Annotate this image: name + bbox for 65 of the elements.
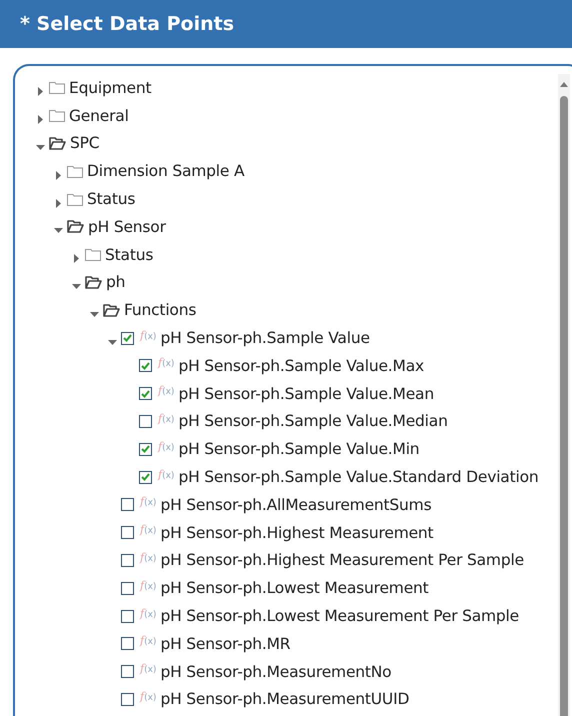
- checkbox[interactable]: [121, 582, 134, 595]
- function-label[interactable]: pH Sensor-ph.AllMeasurementSums: [160, 496, 432, 514]
- function-icon: f(x): [140, 328, 156, 342]
- caret-icon[interactable]: [72, 284, 80, 289]
- folder-label[interactable]: SPC: [70, 134, 100, 152]
- checkbox[interactable]: [139, 414, 152, 428]
- caret-icon[interactable]: [90, 312, 98, 317]
- checkbox[interactable]: [121, 665, 134, 678]
- checkbox[interactable]: [121, 526, 134, 540]
- scroll-up-icon[interactable]: [560, 82, 568, 87]
- folder-label[interactable]: Dimension Sample A: [87, 162, 244, 180]
- checkbox[interactable]: [139, 470, 152, 484]
- folder-label[interactable]: Functions: [124, 301, 196, 320]
- function-icon: f(x): [140, 578, 156, 592]
- caret-icon[interactable]: [108, 340, 116, 345]
- scrollbar[interactable]: [558, 74, 570, 716]
- function-icon: f(x): [158, 440, 174, 453]
- checkbox[interactable]: [121, 637, 134, 650]
- function-label[interactable]: pH Sensor-ph.MR: [160, 634, 290, 653]
- function-label[interactable]: pH Sensor-ph.Sample Value.Median: [178, 412, 448, 430]
- checkbox[interactable]: [121, 692, 134, 706]
- function-icon: f(x): [140, 495, 156, 508]
- folder-label[interactable]: Status: [87, 190, 136, 208]
- function-label[interactable]: pH Sensor-ph.Highest Measurement Per Sample: [160, 551, 524, 570]
- folder-label[interactable]: Status: [105, 246, 154, 264]
- folder-label[interactable]: pH Sensor: [88, 218, 166, 236]
- function-label[interactable]: pH Sensor-ph.Lowest Measurement: [160, 579, 429, 598]
- caret-icon[interactable]: [74, 254, 78, 264]
- function-label[interactable]: pH Sensor-ph.Sample Value.Max: [178, 356, 424, 375]
- checkbox[interactable]: [121, 554, 134, 567]
- function-label[interactable]: pH Sensor-ph.Sample Value: [160, 329, 370, 348]
- function-icon: f(x): [158, 384, 174, 398]
- function-label[interactable]: pH Sensor-ph.MeasurementNo: [160, 662, 392, 681]
- folder-label[interactable]: General: [69, 106, 129, 125]
- function-icon: f(x): [140, 523, 156, 536]
- caret-icon[interactable]: [38, 115, 42, 124]
- function-icon: f(x): [158, 412, 174, 425]
- caret-icon[interactable]: [38, 87, 42, 96]
- function-label[interactable]: pH Sensor-ph.Sample Value.Mean: [178, 384, 434, 403]
- function-label[interactable]: pH Sensor-ph.Sample Value.Min: [178, 440, 420, 458]
- folder-label[interactable]: ph: [106, 273, 126, 292]
- function-label[interactable]: pH Sensor-ph.Lowest Measurement Per Sample: [160, 607, 520, 626]
- function-label[interactable]: pH Sensor-ph.Highest Measurement: [160, 524, 434, 542]
- caret-icon[interactable]: [56, 198, 60, 208]
- checkbox[interactable]: [139, 359, 152, 372]
- function-icon: f(x): [140, 662, 156, 676]
- scrollbar-thumb[interactable]: [560, 96, 568, 716]
- function-icon: f(x): [140, 550, 156, 564]
- checkbox[interactable]: [121, 498, 134, 512]
- function-icon: f(x): [140, 690, 156, 703]
- function-icon: f(x): [140, 634, 156, 648]
- caret-icon[interactable]: [56, 170, 60, 180]
- checkbox[interactable]: [139, 387, 152, 400]
- caret-icon[interactable]: [36, 145, 44, 150]
- function-icon: f(x): [140, 606, 156, 620]
- caret-icon[interactable]: [54, 228, 62, 234]
- checkbox[interactable]: [121, 332, 134, 345]
- checkbox[interactable]: [121, 610, 134, 623]
- folder-label[interactable]: Equipment: [69, 78, 152, 97]
- function-label[interactable]: pH Sensor-ph.MeasurementUUID: [160, 690, 410, 708]
- header-title: * Select Data Points: [20, 13, 234, 35]
- function-icon: f(x): [158, 356, 174, 370]
- function-icon: f(x): [158, 468, 174, 481]
- function-label[interactable]: pH Sensor-ph.Sample Value.Standard Deviation: [178, 468, 538, 486]
- checkbox[interactable]: [139, 442, 152, 456]
